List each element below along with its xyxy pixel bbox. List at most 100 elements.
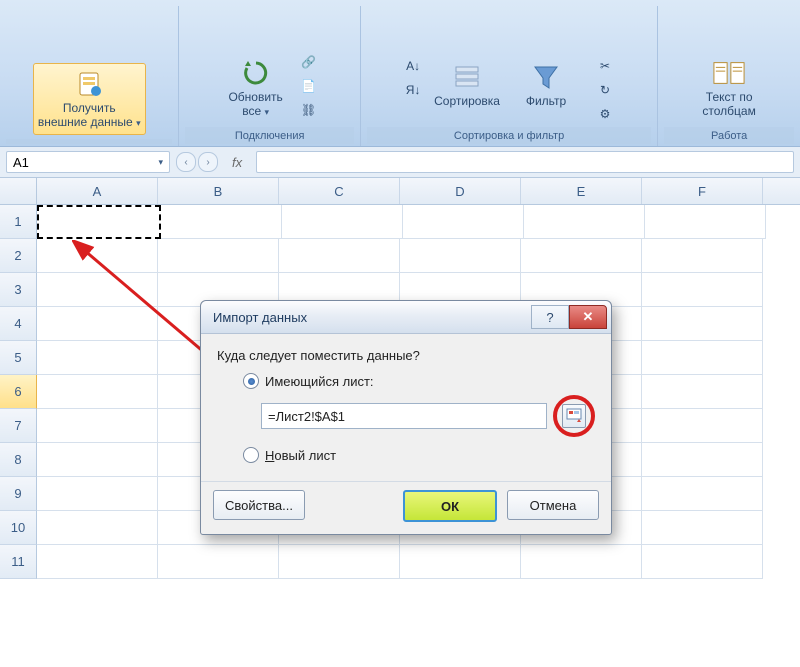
row-header[interactable]: 4 (0, 307, 37, 341)
cell[interactable] (37, 477, 158, 511)
ribbon-group-sort-filter: A↓ Я↓ Сортировка (361, 6, 658, 146)
select-all-corner[interactable] (0, 178, 37, 204)
cell[interactable] (642, 545, 763, 579)
row-header[interactable]: 9 (0, 477, 37, 511)
cell[interactable] (521, 239, 642, 273)
row-header[interactable]: 10 (0, 511, 37, 545)
dialog-titlebar[interactable]: Импорт данных ? ✕ (201, 301, 611, 334)
group-label-data-tools: Работа (664, 127, 794, 144)
sort-asc-icon: A↓ (405, 58, 421, 74)
refresh-icon (240, 57, 272, 89)
group-label-connections: Подключения (185, 127, 353, 144)
cell[interactable] (37, 545, 158, 579)
close-icon: ✕ (583, 309, 594, 325)
sort-button[interactable]: Сортировка (430, 57, 504, 113)
sort-asc-button[interactable]: A↓ (402, 57, 424, 75)
connections-item[interactable]: 🔗 (298, 53, 320, 71)
cell[interactable] (37, 239, 158, 273)
nav-next-button[interactable]: › (198, 152, 218, 172)
row-header[interactable]: 2 (0, 239, 37, 273)
row-header[interactable]: 7 (0, 409, 37, 443)
advanced-filter-item[interactable]: ⚙ (594, 105, 616, 123)
cell[interactable] (403, 205, 524, 239)
text-to-columns-button[interactable]: Текст по столбцам (693, 53, 765, 123)
funnel-icon (530, 61, 562, 93)
row-header[interactable]: 6 (0, 375, 37, 409)
radio-existing-sheet[interactable]: Имеющийся лист: (243, 373, 595, 389)
cell[interactable] (642, 307, 763, 341)
cell[interactable] (642, 477, 763, 511)
properties-button[interactable]: Свойства... (213, 490, 305, 520)
ribbon-group-data-tools: Текст по столбцам Работа (658, 6, 800, 146)
group-label-external (6, 139, 172, 144)
clear-icon: ✂ (597, 58, 613, 74)
row-header[interactable]: 8 (0, 443, 37, 477)
cancel-button[interactable]: Отмена (507, 490, 599, 520)
fx-label[interactable]: fx (224, 155, 250, 170)
row-header[interactable]: 3 (0, 273, 37, 307)
cell[interactable] (400, 545, 521, 579)
cell[interactable] (37, 511, 158, 545)
get-external-data-button[interactable]: Получить внешние данные ▾ (33, 63, 146, 135)
help-button[interactable]: ? (531, 305, 569, 329)
radio-existing-label: Имеющийся лист: (265, 374, 374, 389)
cell[interactable] (37, 443, 158, 477)
cell[interactable] (279, 239, 400, 273)
filter-button[interactable]: Фильтр (510, 57, 582, 113)
cell[interactable] (642, 511, 763, 545)
column-header[interactable]: E (521, 178, 642, 204)
cell[interactable] (37, 205, 161, 239)
reapply-filter-item[interactable]: ↻ (594, 81, 616, 99)
row-header[interactable]: 1 (0, 205, 37, 239)
cell[interactable] (161, 205, 282, 239)
cell[interactable] (158, 239, 279, 273)
nav-prev-button[interactable]: ‹ (176, 152, 196, 172)
cell[interactable] (279, 545, 400, 579)
cell[interactable] (400, 239, 521, 273)
close-button[interactable]: ✕ (569, 305, 607, 329)
cell[interactable] (642, 273, 763, 307)
cell[interactable] (642, 443, 763, 477)
columns-icon (713, 57, 745, 89)
column-header[interactable]: C (279, 178, 400, 204)
column-header[interactable]: A (37, 178, 158, 204)
cell[interactable] (37, 409, 158, 443)
get-external-data-label-1: Получить (63, 102, 116, 116)
cell[interactable] (642, 375, 763, 409)
text-to-columns-label-2: столбцам (702, 105, 755, 119)
properties-item[interactable]: 📄 (298, 77, 320, 95)
cell[interactable] (642, 341, 763, 375)
column-header[interactable]: B (158, 178, 279, 204)
cell[interactable] (158, 545, 279, 579)
refresh-all-button[interactable]: Обновить все ▾ (220, 53, 292, 123)
sort-icon (451, 61, 483, 93)
cell[interactable] (645, 205, 766, 239)
column-header[interactable]: D (400, 178, 521, 204)
range-picker-button[interactable] (562, 404, 586, 428)
range-picker-icon (566, 408, 582, 424)
row-header[interactable]: 5 (0, 341, 37, 375)
cell[interactable] (524, 205, 645, 239)
sort-desc-button[interactable]: Я↓ (402, 81, 424, 99)
radio-new-label: Новый лист (265, 448, 336, 463)
formula-input[interactable] (256, 151, 794, 173)
ok-button[interactable]: ОК (403, 490, 497, 522)
refresh-all-label-2: все ▾ (242, 105, 269, 119)
cell[interactable] (521, 545, 642, 579)
chevron-down-icon[interactable]: ▾ (158, 157, 163, 168)
cell[interactable] (282, 205, 403, 239)
cell[interactable] (642, 409, 763, 443)
cell[interactable] (642, 239, 763, 273)
cell[interactable] (37, 341, 158, 375)
help-icon: ? (546, 310, 553, 325)
column-header[interactable]: F (642, 178, 763, 204)
row-header[interactable]: 11 (0, 545, 37, 579)
name-box[interactable]: A1 ▾ (6, 151, 170, 173)
cell[interactable] (37, 375, 158, 409)
reference-input[interactable]: =Лист2!$A$1 (261, 403, 547, 429)
cell[interactable] (37, 307, 158, 341)
edit-links-item[interactable]: ⛓ (298, 101, 320, 119)
cell[interactable] (37, 273, 158, 307)
radio-new-sheet[interactable]: Новый лист (243, 447, 595, 463)
clear-filter-item[interactable]: ✂ (594, 57, 616, 75)
